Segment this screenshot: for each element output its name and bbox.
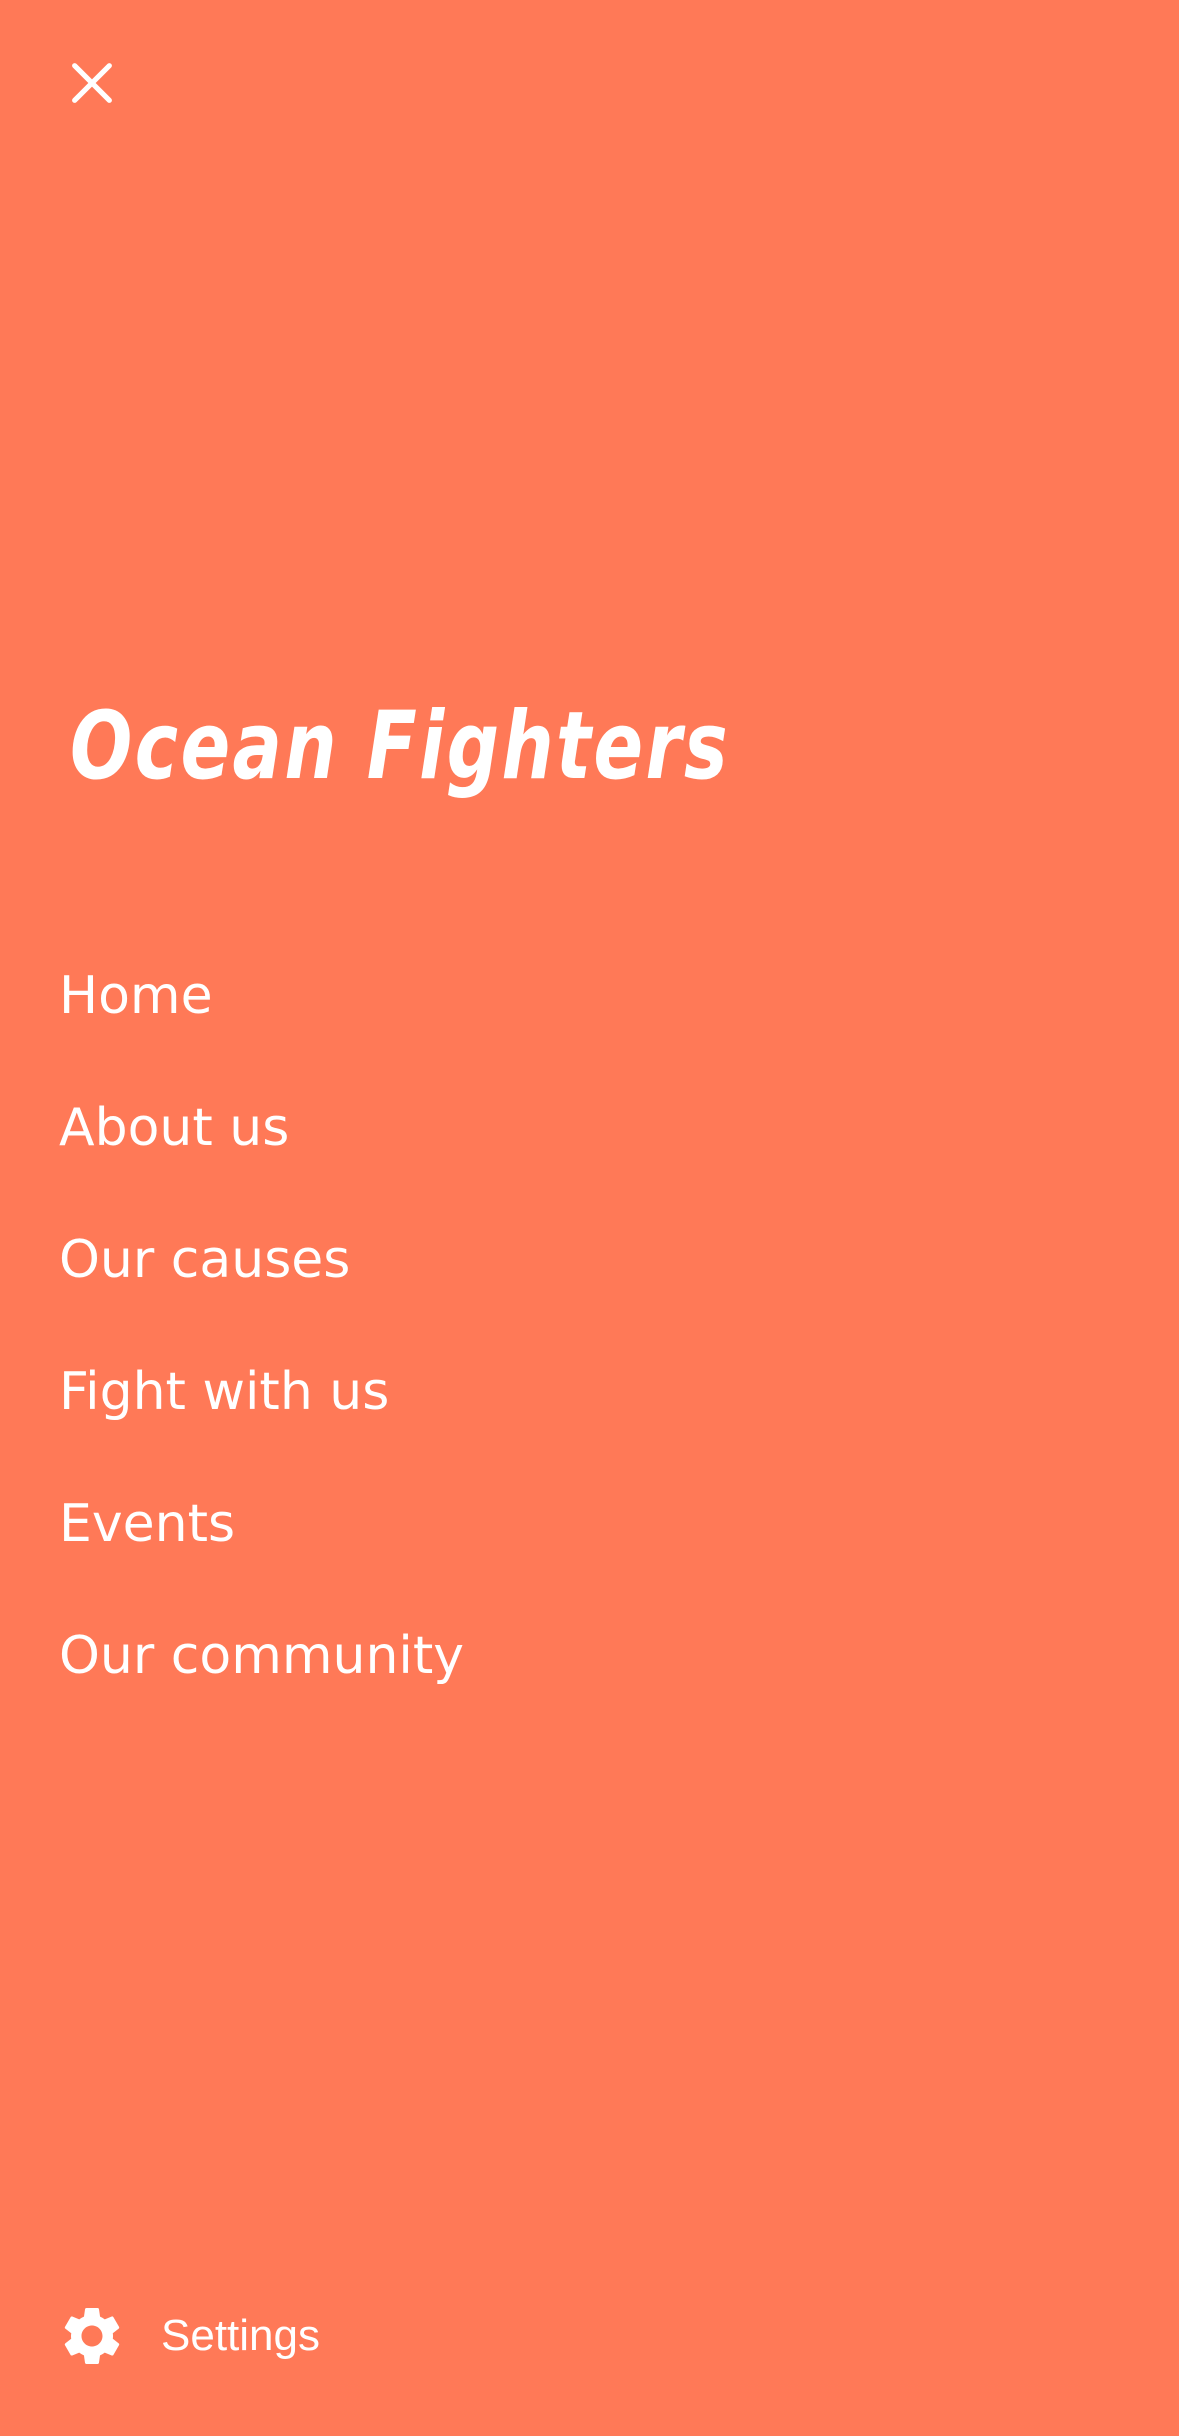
settings-button[interactable]: Settings [57, 2300, 320, 2372]
gear-icon [57, 2301, 127, 2371]
menu-item-home[interactable]: Home [59, 930, 959, 1062]
close-icon [66, 57, 118, 114]
brand-logo-text: Ocean Fighters [70, 692, 730, 801]
navigation-drawer: Ocean Fighters Home About us Our causes … [0, 0, 1179, 2436]
drawer-menu: Home About us Our causes Fight with us E… [59, 930, 959, 1722]
menu-item-events[interactable]: Events [59, 1458, 959, 1590]
menu-item-fight-with-us[interactable]: Fight with us [59, 1326, 959, 1458]
menu-item-our-causes[interactable]: Our causes [59, 1194, 959, 1326]
settings-label: Settings [161, 2311, 320, 2360]
menu-item-about-us[interactable]: About us [59, 1062, 959, 1194]
menu-item-our-community[interactable]: Our community [59, 1590, 959, 1722]
close-button[interactable] [52, 45, 132, 125]
